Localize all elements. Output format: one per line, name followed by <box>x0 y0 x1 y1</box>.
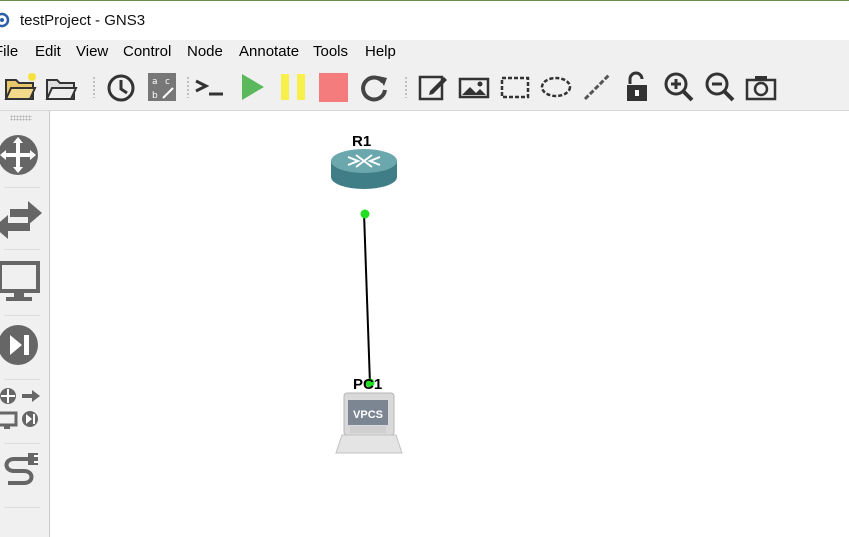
dock-divider <box>4 379 40 380</box>
vpcs-screen-label: VPCS <box>353 409 383 421</box>
open-project-icon[interactable] <box>44 70 78 104</box>
r1-link-status-up <box>360 209 370 219</box>
security-devices-category-icon[interactable] <box>0 315 46 377</box>
draw-line-icon[interactable] <box>580 70 614 104</box>
zoom-out-icon[interactable] <box>703 70 737 104</box>
draw-ellipse-icon[interactable] <box>539 70 573 104</box>
window-title: testProject - GNS3 <box>20 12 146 29</box>
toolbar-separator <box>186 76 190 98</box>
menu-help[interactable]: Help <box>365 43 396 60</box>
title-bar: testProject - GNS3 <box>0 0 849 40</box>
device-category-dock <box>0 111 50 537</box>
end-devices-category-icon[interactable] <box>0 251 46 313</box>
new-project-icon[interactable] <box>3 70 37 104</box>
menu-edit[interactable]: Edit <box>35 43 61 60</box>
main-toolbar: acb <box>0 64 849 111</box>
menu-control[interactable]: Control <box>123 43 171 60</box>
dock-divider <box>4 507 40 508</box>
reload-all-icon[interactable] <box>357 70 391 104</box>
draw-rectangle-icon[interactable] <box>498 70 532 104</box>
node-label-pc1[interactable]: PC1 <box>353 376 382 393</box>
add-link-icon[interactable] <box>0 445 46 507</box>
vpcs-pc1[interactable] <box>335 392 403 454</box>
snapshot-clock-icon[interactable] <box>104 70 138 104</box>
switches-category-icon[interactable] <box>0 187 46 249</box>
show-interface-labels-icon[interactable]: acb <box>145 70 179 104</box>
router-r1[interactable] <box>331 149 397 189</box>
node-label-r1[interactable]: R1 <box>352 133 371 150</box>
routers-category-icon[interactable] <box>0 125 46 187</box>
menu-node[interactable]: Node <box>187 43 223 60</box>
insert-picture-icon[interactable] <box>457 70 491 104</box>
menu-bar: File Edit View Control Node Annotate Too… <box>0 40 849 64</box>
toolbar-separator <box>92 76 96 98</box>
gns3-app-icon <box>0 12 10 28</box>
menu-view[interactable]: View <box>76 43 108 60</box>
all-devices-category-icon[interactable] <box>0 381 46 443</box>
screenshot-icon[interactable] <box>744 70 778 104</box>
dock-divider <box>4 443 40 444</box>
menu-file[interactable]: File <box>0 43 18 60</box>
toolbar-separator <box>404 76 408 98</box>
r1-pc1-link[interactable] <box>363 212 371 385</box>
svg-text:b: b <box>152 91 158 101</box>
add-note-icon[interactable] <box>416 70 450 104</box>
topology-canvas[interactable]: VPCS R1 PC1 <box>50 111 849 537</box>
menu-tools[interactable]: Tools <box>313 43 348 60</box>
topology-drawing: VPCS <box>331 149 403 454</box>
suspend-all-icon[interactable] <box>276 70 310 104</box>
stop-all-icon[interactable] <box>316 70 350 104</box>
dock-divider <box>4 249 40 250</box>
console-all-icon[interactable] <box>193 70 227 104</box>
svg-text:a: a <box>152 77 158 87</box>
dock-grip[interactable] <box>10 115 32 121</box>
menu-annotate[interactable]: Annotate <box>239 43 299 60</box>
lock-unlock-icon[interactable] <box>621 70 655 104</box>
zoom-in-icon[interactable] <box>662 70 696 104</box>
svg-text:c: c <box>165 77 170 87</box>
start-all-icon[interactable] <box>236 70 270 104</box>
